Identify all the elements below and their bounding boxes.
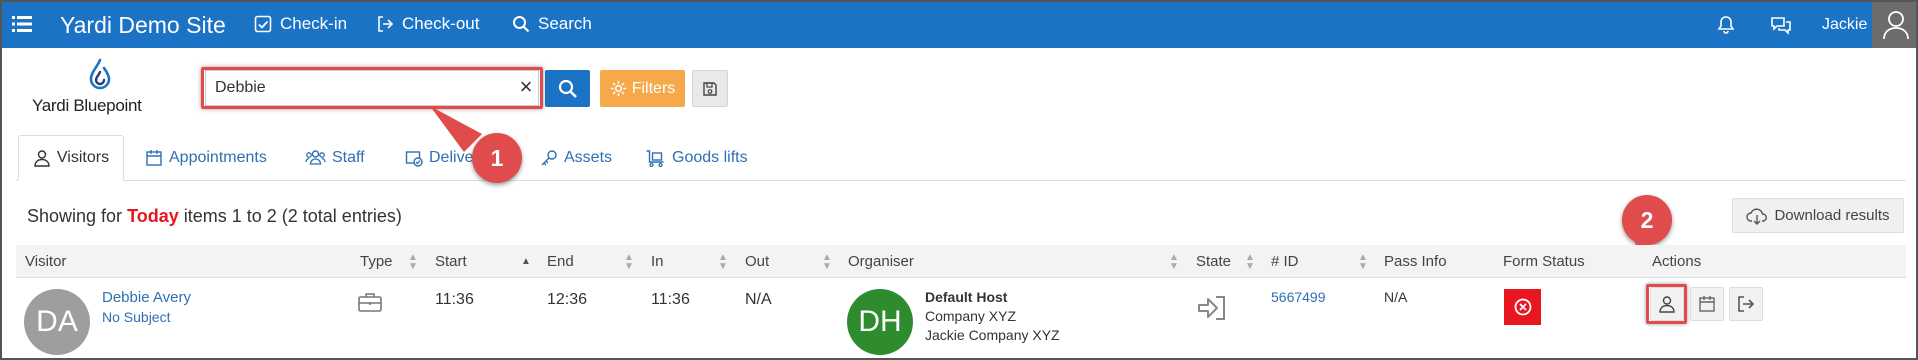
user-icon	[1883, 11, 1909, 40]
user-avatar[interactable]	[1872, 2, 1916, 48]
col-type[interactable]: Type	[360, 253, 393, 270]
tab-label: Staff	[332, 149, 365, 166]
organiser-name: Default Host	[925, 289, 1008, 305]
visitor-subject: No Subject	[102, 309, 171, 325]
visitor-name-link[interactable]: Debbie Avery	[102, 289, 191, 306]
table-header: Visitor Type ▲ ▼ Start ▲ End ▲ ▼ In ▲ ▼ Out…	[16, 245, 1906, 278]
tab-label: Goods lifts	[672, 149, 748, 166]
staff-icon	[305, 150, 326, 165]
col-in[interactable]: In	[651, 253, 664, 270]
delivery-icon	[405, 151, 423, 167]
sign-in-icon	[1196, 294, 1228, 326]
in-time: 11:36	[651, 291, 690, 308]
col-visitor[interactable]: Visitor	[25, 253, 66, 270]
bell-icon	[1717, 16, 1735, 34]
filters-label: Filters	[631, 79, 676, 97]
callout-badge-1: 1	[472, 133, 522, 183]
checkout-link[interactable]: Check-out	[376, 14, 479, 34]
col-organiser[interactable]: Organiser	[848, 253, 914, 270]
search-button[interactable]	[545, 70, 590, 107]
end-time: 12:36	[547, 291, 588, 308]
tab-visitors[interactable]: Visitors	[18, 135, 124, 181]
start-time: 11:36	[435, 291, 474, 308]
summary-period: Today	[127, 206, 179, 226]
results-summary: Showing for Today items 1 to 2 (2 total …	[27, 206, 402, 227]
sort-icon[interactable]: ▲ ▼	[1358, 253, 1368, 272]
chat-icon	[1771, 17, 1791, 35]
summary-prefix: Showing for	[27, 206, 128, 226]
out-time: N/A	[745, 291, 772, 308]
cloud-download-icon	[1746, 207, 1768, 225]
calendar-icon	[1699, 296, 1715, 312]
pass-info: N/A	[1384, 289, 1408, 305]
sort-icon[interactable]: ▲ ▼	[1245, 253, 1255, 272]
site-title[interactable]: Yardi Demo Site	[60, 12, 226, 39]
col-actions: Actions	[1652, 253, 1702, 270]
cart-icon	[646, 150, 664, 167]
yardi-logo[interactable]: Yardi Bluepoint	[32, 58, 168, 116]
tab-label: Appointments	[169, 149, 267, 166]
highlight-action-button	[1646, 284, 1687, 324]
download-label: Download results	[1774, 207, 1890, 224]
organiser-company: Company XYZ	[925, 308, 1017, 324]
calendar-icon	[146, 150, 162, 166]
top-navbar: Yardi Demo Site Check-in Check-out Searc…	[2, 2, 1916, 48]
checkout-label: Check-out	[402, 14, 480, 33]
download-results-button[interactable]: Download results	[1732, 198, 1904, 233]
tab-bar: Visitors Appointments Staff Deliveries A…	[16, 135, 1906, 181]
app-window: Yardi Demo Site Check-in Check-out Searc…	[0, 0, 1918, 360]
save-icon	[703, 81, 717, 96]
summary-suffix: items 1 to 2 (2 total entries)	[178, 206, 402, 226]
col-id[interactable]: # ID	[1271, 253, 1299, 270]
tab-staff[interactable]: Staff	[301, 135, 369, 181]
visitor-avatar: DA	[24, 289, 90, 355]
search-label: Search	[538, 14, 592, 33]
form-status-badge[interactable]	[1504, 289, 1541, 325]
id-link[interactable]: 5667499	[1271, 289, 1326, 305]
sort-icon[interactable]: ▲ ▼	[624, 253, 634, 272]
key-icon	[541, 150, 557, 166]
visitor-icon	[34, 150, 50, 167]
col-end[interactable]: End	[547, 253, 574, 270]
col-out[interactable]: Out	[745, 253, 769, 270]
sort-icon[interactable]: ▲ ▼	[822, 253, 832, 272]
sort-icon[interactable]: ▲ ▼	[718, 253, 728, 272]
col-state[interactable]: State	[1196, 253, 1231, 270]
sort-asc-icon[interactable]: ▲	[521, 257, 531, 267]
sign-out-icon	[1738, 296, 1755, 312]
search-icon	[558, 79, 577, 98]
search-icon	[513, 16, 530, 33]
sign-out-icon	[378, 16, 394, 32]
sort-icon[interactable]: ▲ ▼	[408, 253, 418, 272]
user-name[interactable]: Jackie	[1822, 2, 1867, 48]
notifications-button[interactable]	[1716, 2, 1736, 48]
bluepoint-logo-icon	[89, 58, 111, 90]
col-start[interactable]: Start	[435, 253, 467, 270]
col-form-status[interactable]: Form Status	[1503, 253, 1585, 270]
organiser-contact: Jackie Company XYZ	[925, 327, 1060, 343]
appointment-button[interactable]	[1690, 287, 1724, 321]
sort-icon[interactable]: ▲ ▼	[1169, 253, 1179, 272]
save-filter-button[interactable]	[692, 70, 728, 107]
checkin-label: Check-in	[280, 14, 348, 33]
messages-button[interactable]	[1770, 2, 1792, 48]
menu-icon[interactable]	[12, 15, 32, 33]
checkout-visitor-button[interactable]	[1729, 287, 1763, 321]
tab-appointments[interactable]: Appointments	[141, 135, 271, 181]
checkin-link[interactable]: Check-in	[254, 14, 347, 34]
logo-text: Yardi Bluepoint	[32, 96, 142, 115]
search-link[interactable]: Search	[512, 14, 592, 34]
checkbox-icon	[254, 15, 272, 33]
filters-button[interactable]: Filters	[600, 70, 685, 107]
tab-label: Visitors	[56, 149, 110, 166]
gear-icon	[610, 80, 626, 97]
tab-label: Assets	[564, 149, 613, 166]
briefcase-icon	[358, 292, 382, 316]
tab-assets[interactable]: Assets	[536, 135, 616, 181]
organiser-avatar: DH	[847, 289, 913, 355]
col-pass-info[interactable]: Pass Info	[1384, 253, 1447, 270]
error-icon	[1514, 298, 1531, 316]
tab-goods-lifts[interactable]: Goods lifts	[641, 135, 752, 181]
